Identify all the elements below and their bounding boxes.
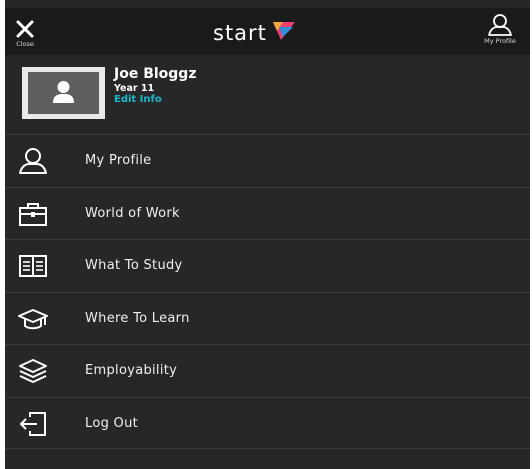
briefcase-icon [19,202,47,226]
header-bar: Close start My Profile [5,8,530,55]
person-icon [19,148,47,174]
start-logo[interactable]: start [213,21,298,45]
menu-item-label: Where To Learn [85,310,190,326]
book-icon [19,255,47,277]
logout-icon [20,411,46,436]
menu-item-world-of-work[interactable]: World of Work [5,186,530,240]
avatar[interactable] [22,67,105,119]
user-name: Joe Bloggz [114,66,197,82]
close-button[interactable]: Close [5,8,45,55]
menu-item-label: World of Work [85,205,180,221]
menu-item-employability[interactable]: Employability [5,344,530,397]
menu-item-where-to-learn[interactable]: Where To Learn [5,291,530,345]
my-profile-header-button[interactable]: My Profile [470,8,530,55]
menu-item-what-to-study[interactable]: What To Study [5,239,530,292]
menu-list: My Profile World of Work What To Study W… [5,134,530,449]
person-icon [488,14,512,36]
menu-item-label: My Profile [85,153,152,168]
avatar-placeholder [28,72,99,114]
close-icon [16,20,34,38]
logo-mark-icon [272,22,295,40]
user-info: Joe Bloggz Year 11 Edit Info [5,55,530,135]
app-window: Close start My Profile Joe Bloggz Year 1… [0,0,532,469]
layers-icon [19,359,47,383]
logo-text: start [213,21,267,45]
user-year: Year 11 [114,83,155,94]
menu-item-log-out[interactable]: Log Out [5,396,530,449]
menu-item-label: Employability [85,363,178,378]
menu-item-my-profile[interactable]: My Profile [5,134,530,187]
close-label: Close [16,40,34,48]
edit-info-link[interactable]: Edit Info [114,94,162,105]
menu-item-label: Log Out [85,415,139,431]
avatar-person-icon [53,81,74,103]
side-menu-panel: Close start My Profile Joe Bloggz Year 1… [5,0,530,469]
graduation-cap-icon [18,308,48,329]
my-profile-header-label: My Profile [484,37,516,45]
menu-item-label: What To Study [85,258,183,273]
